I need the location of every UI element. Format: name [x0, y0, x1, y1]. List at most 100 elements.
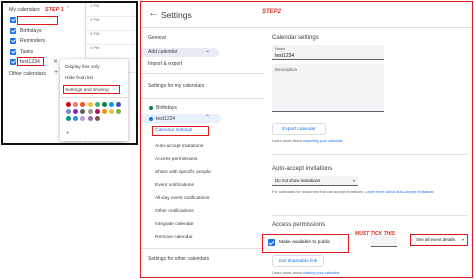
- color-swatch[interactable]: [87, 102, 93, 107]
- step1-label: STEP 1: [45, 6, 64, 13]
- checkbox-icon[interactable]: [10, 27, 16, 34]
- grid-cell: 1 PM: [86, 3, 136, 17]
- select-value: See all event details: [416, 237, 456, 242]
- auto-accept-select[interactable]: Do not show invitations ▾: [272, 176, 358, 186]
- color-swatch[interactable]: [80, 102, 86, 107]
- description-field[interactable]: Description: [272, 64, 384, 112]
- highlight-box: [17, 16, 58, 25]
- checkbox-icon[interactable]: [10, 59, 16, 65]
- calendar-color-dot: [149, 106, 153, 110]
- color-swatch[interactable]: [87, 109, 93, 115]
- nav-sub-calendar-settings[interactable]: Calendar settings: [155, 128, 192, 133]
- highlight-box: [17, 57, 44, 66]
- nav-sub-access-permissions[interactable]: Access permissions: [155, 157, 197, 162]
- section-title-access: Access permissions: [272, 222, 326, 228]
- checkbox-icon[interactable]: [10, 48, 16, 55]
- nav-item-birthdays[interactable]: Birthdays: [156, 105, 177, 111]
- export-calendar-button[interactable]: Export calendar: [272, 123, 326, 135]
- grid-cell: 3 PM: [86, 31, 136, 45]
- calendar-options-menu: Display this only Hide from list Setting…: [60, 59, 128, 141]
- nav-item-add-calendar[interactable]: Add calendar: [148, 49, 177, 55]
- share-hint-link[interactable]: sharing your calendar: [303, 271, 340, 275]
- checkbox-icon[interactable]: [10, 38, 16, 44]
- calendar-item-reminders[interactable]: Reminders: [10, 38, 45, 44]
- share-hint-text: Learn more about: [272, 271, 304, 275]
- field-value: test1234: [275, 53, 295, 59]
- highlight-box: [63, 85, 120, 94]
- auto-accept-hint-link[interactable]: Learn more about auto-accept invitations: [365, 190, 434, 194]
- divider: [60, 97, 128, 98]
- chevron-down-icon[interactable]: ⌄: [205, 47, 210, 54]
- color-swatch[interactable]: [94, 109, 100, 115]
- nav-sub-integrate-calendar[interactable]: Integrate calendar: [155, 222, 194, 227]
- dropdown-arrow-icon: ▾: [461, 237, 464, 242]
- checkbox-icon[interactable]: [10, 17, 16, 23]
- add-color-icon[interactable]: +: [66, 131, 70, 137]
- color-swatch[interactable]: [66, 116, 71, 122]
- calendar-label: Reminders: [20, 38, 46, 44]
- export-hint-text: Learn more about: [272, 139, 304, 143]
- auto-accept-hint-text: For calendars for resources that can acc…: [272, 190, 366, 194]
- my-calendars-heading[interactable]: My calendars: [9, 7, 40, 13]
- settings-sidebar: General Add calendar ⌄ Import & export S…: [141, 28, 265, 277]
- public-input[interactable]: [371, 235, 397, 247]
- name-field[interactable]: Name test1234: [272, 45, 384, 60]
- step2-label: STEP2: [262, 9, 282, 15]
- field-label: Name: [275, 47, 286, 51]
- color-swatch[interactable]: [94, 116, 100, 122]
- add-icon[interactable]: +: [54, 69, 58, 76]
- export-hint-link[interactable]: exporting your calendar: [303, 139, 343, 143]
- divider: [272, 215, 467, 216]
- calendar-item-tasks[interactable]: Tasks: [10, 48, 34, 55]
- step1-panel: 1 PM 2 PM 3 PM 4 PM 5 PM My calendars ST…: [1, 1, 138, 145]
- menu-item-hide[interactable]: Hide from list: [65, 76, 93, 81]
- close-icon[interactable]: ✕: [53, 58, 58, 65]
- chevron-up-icon[interactable]: ⌃: [205, 114, 210, 121]
- settings-content: Calendar settings Name test1234 Descript…: [262, 28, 471, 277]
- nav-sub-auto-accept[interactable]: Auto-accept invitations: [155, 144, 203, 149]
- color-swatch[interactable]: [109, 102, 115, 107]
- make-public-checkbox[interactable]: [268, 239, 275, 246]
- color-swatch[interactable]: [87, 116, 93, 122]
- nav-item-general[interactable]: General: [148, 35, 166, 41]
- color-swatch[interactable]: [116, 109, 122, 115]
- chevron-up-icon[interactable]: ⌃: [66, 6, 70, 12]
- nav-heading-other-calendars: Settings for other calendars: [148, 256, 210, 262]
- color-swatches: [66, 102, 124, 122]
- calendar-item-birthdays[interactable]: Birthdays: [10, 27, 42, 34]
- color-swatch[interactable]: [94, 102, 100, 107]
- color-swatch[interactable]: [101, 109, 107, 115]
- color-swatch[interactable]: [109, 109, 115, 115]
- get-shareable-link-button[interactable]: Get shareable link: [272, 255, 324, 267]
- color-swatch[interactable]: [116, 102, 122, 107]
- color-swatch[interactable]: [73, 116, 79, 122]
- event-detail-select[interactable]: See all event details ▾: [410, 234, 468, 246]
- nav-sub-allday-notifications[interactable]: All-day event notifications: [155, 196, 209, 201]
- settings-header: ← Settings STEP2: [141, 2, 472, 28]
- grid-cell: 4 PM: [86, 45, 136, 59]
- nav-sub-remove-calendar[interactable]: Remove calendar: [155, 235, 193, 240]
- color-swatch[interactable]: [101, 102, 107, 107]
- nav-heading-my-calendars: Settings for my calendars: [148, 83, 205, 89]
- dropdown-arrow-icon: ▾: [352, 178, 355, 183]
- color-swatch[interactable]: [66, 109, 71, 115]
- auto-accept-hint: For calendars for resources that can acc…: [272, 190, 434, 194]
- other-calendars-heading[interactable]: Other calendars: [9, 71, 46, 77]
- color-swatch[interactable]: [73, 102, 79, 107]
- color-swatch[interactable]: [66, 102, 71, 107]
- back-arrow-icon[interactable]: ←: [148, 7, 159, 19]
- nav-sub-event-notifications[interactable]: Event notifications: [155, 183, 194, 188]
- nav-item-import-export[interactable]: Import & export: [148, 61, 182, 67]
- nav-sub-share-specific[interactable]: Share with specific people: [155, 170, 211, 175]
- color-swatch[interactable]: [73, 109, 79, 115]
- nav-item-test1234[interactable]: test1234: [156, 116, 175, 122]
- page-title: Settings: [161, 9, 192, 20]
- nav-sub-other-notifications[interactable]: Other notifications: [155, 209, 194, 214]
- color-swatch[interactable]: [80, 116, 86, 122]
- color-swatch[interactable]: [80, 109, 86, 115]
- calendar-color-dot: [149, 116, 153, 121]
- menu-item-display-only[interactable]: Display this only: [65, 65, 100, 70]
- calendar-label: Tasks: [20, 48, 34, 55]
- make-public-label: Make available to public: [279, 239, 331, 245]
- divider: [272, 154, 467, 155]
